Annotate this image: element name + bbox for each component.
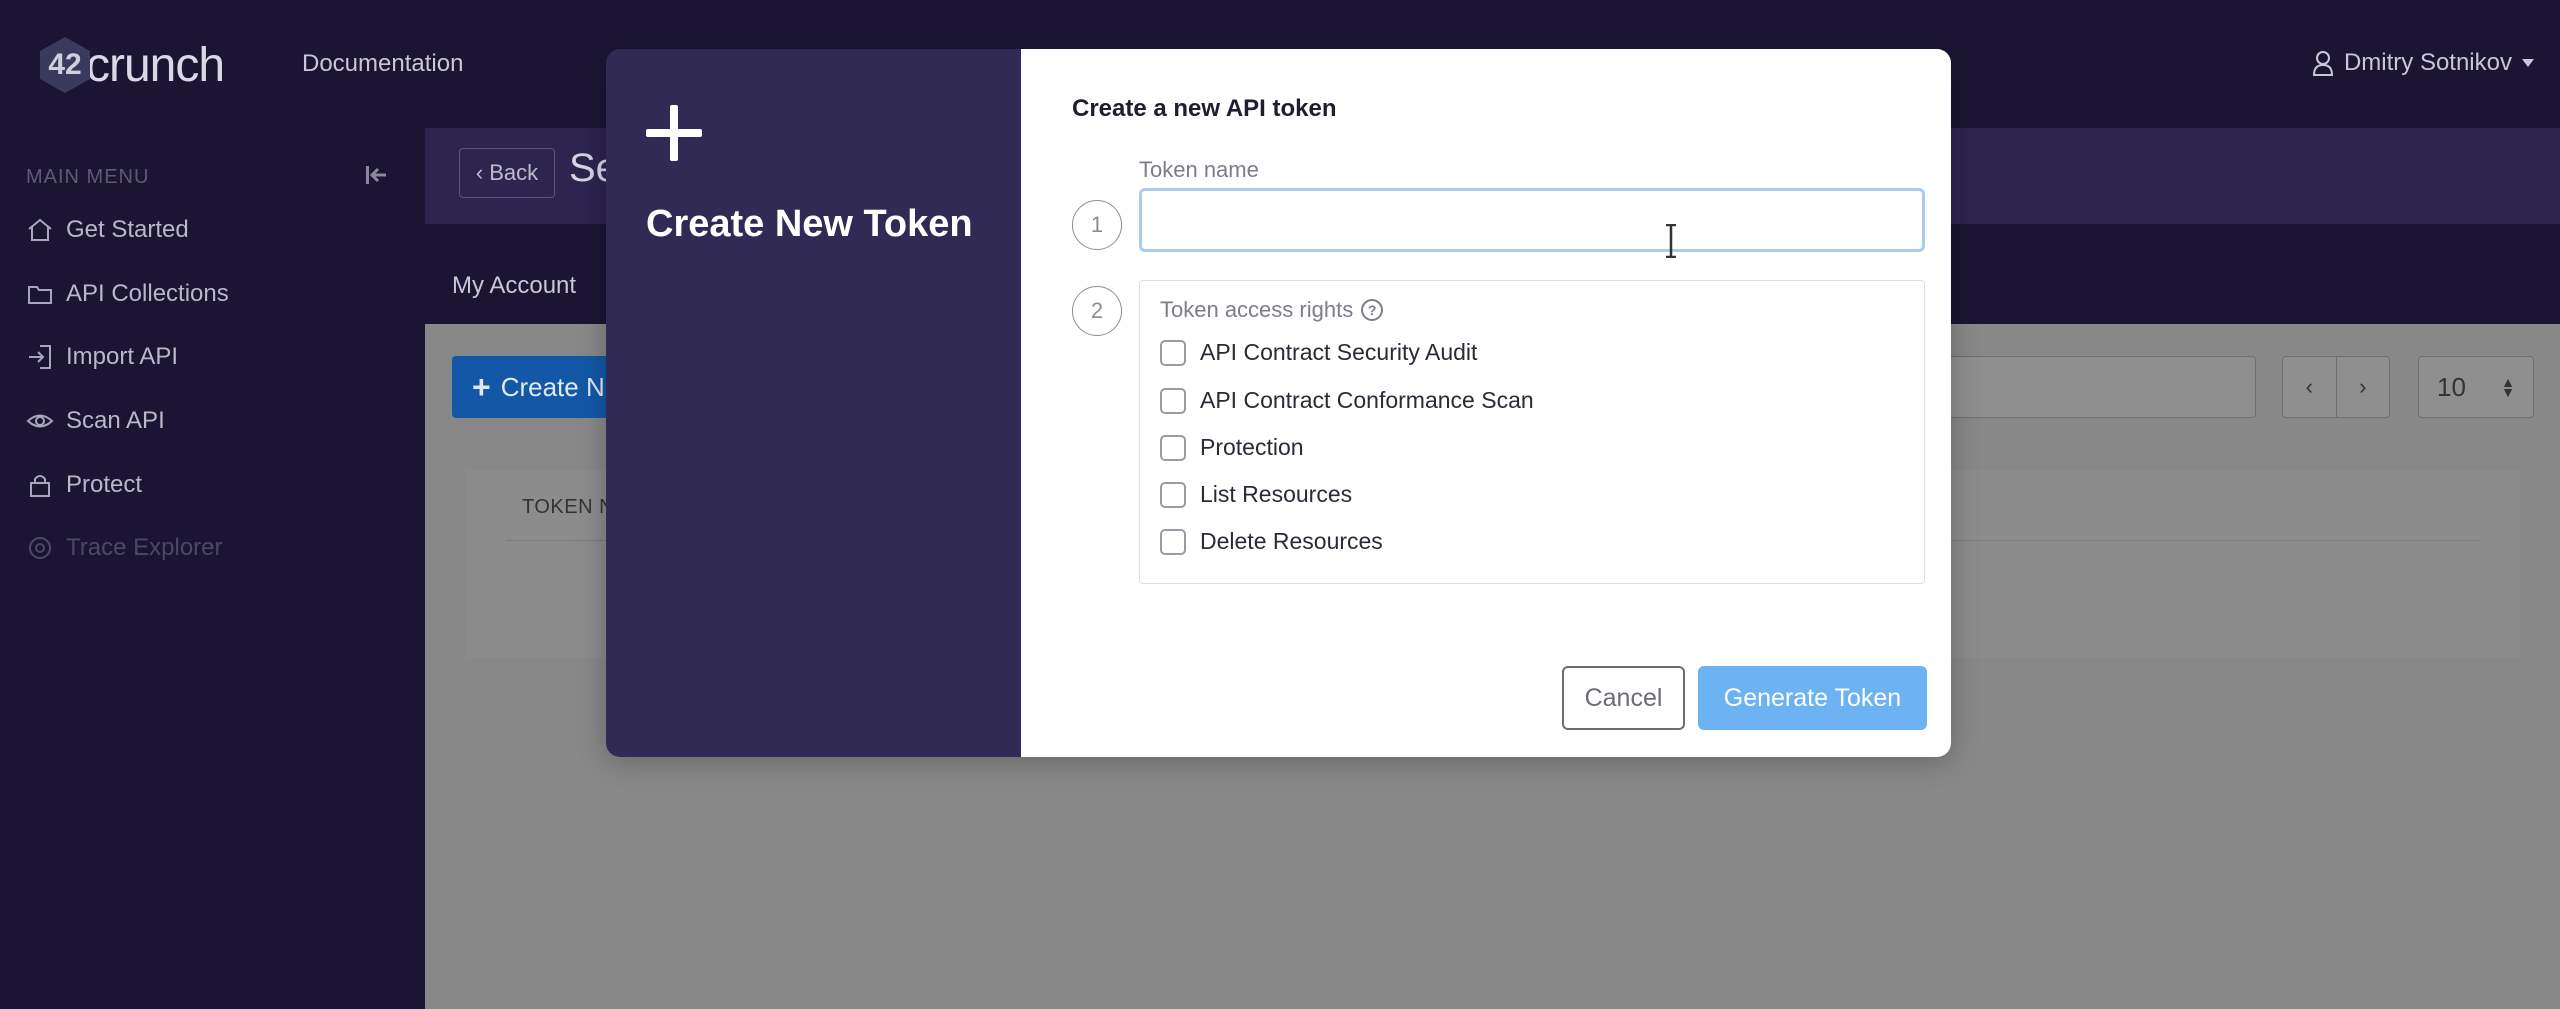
sidebar-item-protect[interactable]: Protect: [26, 465, 142, 505]
eye-icon: [26, 414, 54, 428]
sidebar-item-import-api[interactable]: Import API: [26, 337, 178, 377]
per-page-value: 10: [2437, 371, 2466, 402]
user-icon: [2312, 51, 2333, 76]
sidebar-item-label: Import API: [66, 343, 179, 370]
right-label: API Contract Security Audit: [1200, 339, 1478, 365]
collapse-sidebar-icon[interactable]: [364, 162, 390, 188]
logo-hex-icon: 42: [40, 37, 90, 93]
import-icon: [29, 345, 51, 369]
caret-down-icon: [2522, 59, 2534, 67]
sidebar-item-label: Get Started: [66, 216, 189, 243]
modal-side-panel: Create New Token: [606, 49, 1021, 757]
modal-form: Create a new API token 1 Token name 2 To…: [1021, 49, 1951, 757]
prev-page-button[interactable]: ‹: [2283, 357, 2337, 417]
folder-icon: [28, 286, 52, 304]
sort-arrows-icon: ▲ ▼: [2501, 374, 2515, 400]
right-label: Delete Resources: [1200, 528, 1383, 554]
help-icon[interactable]: ?: [1361, 299, 1384, 321]
back-label: Back: [489, 160, 539, 185]
right-list-resources[interactable]: List Resources: [1160, 481, 1352, 508]
right-security-audit[interactable]: API Contract Security Audit: [1160, 339, 1477, 366]
step-2-indicator: 2: [1072, 286, 1122, 336]
checkbox[interactable]: [1160, 339, 1186, 366]
documentation-link[interactable]: Documentation: [302, 50, 463, 78]
sidebar-item-label: Protect: [66, 471, 143, 498]
pagination: ‹ ›: [2282, 356, 2390, 418]
right-label: List Resources: [1200, 481, 1353, 507]
sidebar-item-label: API Collections: [66, 280, 229, 307]
checkbox[interactable]: [1160, 481, 1186, 508]
sidebar-item-api-collections[interactable]: API Collections: [26, 274, 229, 314]
right-conformance-scan[interactable]: API Contract Conformance Scan: [1160, 387, 1534, 414]
sidebar: MAIN MENU Get Started API Collections Im…: [0, 128, 425, 1009]
plus-icon: [646, 105, 702, 161]
access-rights-group: Token access rights ? API Contract Secur…: [1139, 280, 1925, 584]
generate-token-button[interactable]: Generate Token: [1698, 666, 1927, 730]
right-label: API Contract Conformance Scan: [1200, 387, 1534, 413]
per-page-select[interactable]: 10 ▲ ▼: [2418, 356, 2534, 418]
user-menu[interactable]: Dmitry Sotnikov: [2312, 49, 2534, 77]
back-button[interactable]: ‹ Back: [459, 148, 555, 198]
create-token-label: Create N: [500, 371, 605, 402]
table-header-token-name: TOKEN N: [522, 496, 615, 518]
right-delete-resources[interactable]: Delete Resources: [1160, 528, 1383, 555]
logo-text: crunch: [86, 38, 225, 92]
access-rights-label-text: Token access rights: [1160, 297, 1354, 322]
sidebar-item-get-started[interactable]: Get Started: [26, 210, 189, 250]
create-token-modal: Create New Token Create a new API token …: [606, 49, 1951, 757]
sidebar-item-scan-api[interactable]: Scan API: [26, 401, 165, 441]
right-label: Protection: [1200, 434, 1304, 460]
token-name-input[interactable]: [1139, 188, 1925, 252]
modal-side-title: Create New Token: [646, 203, 973, 245]
plus-icon: +: [472, 368, 491, 405]
text-cursor-icon: [1666, 224, 1676, 258]
next-page-button[interactable]: ›: [2337, 357, 2390, 417]
sidebar-item-label: Scan API: [66, 407, 165, 434]
token-name-label: Token name: [1139, 157, 1259, 182]
modal-heading: Create a new API token: [1072, 95, 1337, 122]
checkbox[interactable]: [1160, 387, 1186, 414]
sidebar-item-label: Trace Explorer: [66, 534, 223, 561]
main-menu-title: MAIN MENU: [26, 166, 150, 188]
chevron-left-icon: ‹: [475, 160, 484, 185]
lock-icon: [30, 475, 50, 497]
tab-my-account[interactable]: My Account: [452, 272, 576, 300]
right-protection[interactable]: Protection: [1160, 434, 1304, 461]
access-rights-label: Token access rights ?: [1160, 297, 1384, 323]
logo[interactable]: 42 crunch: [40, 34, 240, 96]
checkbox[interactable]: [1160, 528, 1186, 555]
checkbox[interactable]: [1160, 434, 1186, 461]
trace-icon: [29, 537, 51, 559]
step-1-indicator: 1: [1072, 200, 1122, 250]
sidebar-item-trace-explorer: Trace Explorer: [26, 528, 223, 568]
cancel-button[interactable]: Cancel: [1562, 666, 1685, 730]
home-icon: [28, 218, 52, 241]
user-name: Dmitry Sotnikov: [2343, 49, 2512, 76]
